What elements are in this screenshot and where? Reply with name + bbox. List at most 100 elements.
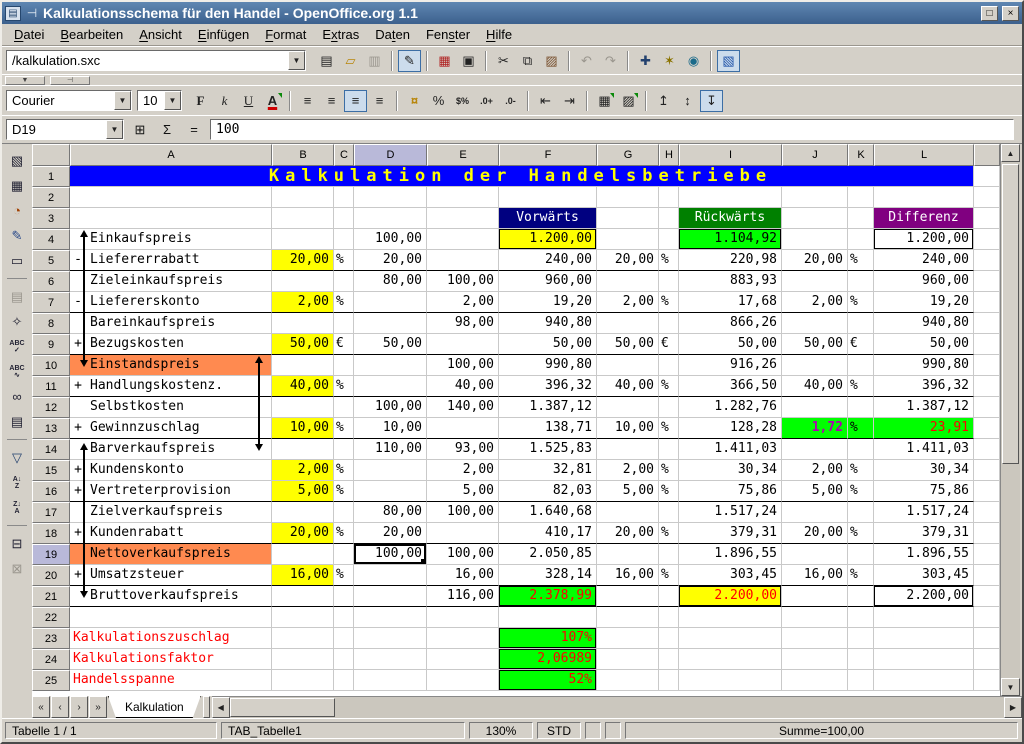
cell-L23[interactable]: [874, 628, 974, 649]
cell-F5[interactable]: 240,00: [499, 250, 597, 271]
column-header-D[interactable]: D: [354, 144, 427, 166]
cell-E22[interactable]: [427, 607, 499, 628]
cell-I8[interactable]: 866,26: [679, 313, 782, 334]
cell-G7[interactable]: 2,00: [597, 292, 659, 313]
cell-I18[interactable]: 379,31: [679, 523, 782, 544]
cell-C17[interactable]: [334, 502, 354, 523]
cell-C6[interactable]: [334, 271, 354, 292]
cell-L7[interactable]: 19,20: [874, 292, 974, 313]
cell-K8[interactable]: [848, 313, 874, 334]
cell-G25[interactable]: [597, 670, 659, 691]
cell-B2[interactable]: [272, 187, 334, 208]
cell-J23[interactable]: [782, 628, 848, 649]
cell-A14[interactable]: Barverkaufspreis: [70, 439, 272, 460]
cell-A13[interactable]: +Gewinnzuschlag: [70, 418, 272, 439]
cell-H12[interactable]: [659, 397, 679, 418]
cell-J11[interactable]: 40,00: [782, 376, 848, 397]
cell-L8[interactable]: 940,80: [874, 313, 974, 334]
cell-H8[interactable]: [659, 313, 679, 334]
cell-B20[interactable]: 16,00: [272, 565, 334, 586]
cell-L3[interactable]: Differenz: [874, 208, 974, 229]
vertical-scroll-thumb[interactable]: [1002, 164, 1019, 464]
cell-D20[interactable]: [354, 565, 427, 586]
export-pdf-icon[interactable]: ▦: [433, 50, 456, 72]
cell-E23[interactable]: [427, 628, 499, 649]
cell-F25[interactable]: 52%: [499, 670, 597, 691]
cell-G10[interactable]: [597, 355, 659, 376]
cell-C4[interactable]: [334, 229, 354, 250]
font-name-dropdown-icon[interactable]: ▼: [114, 91, 131, 110]
cell-F16[interactable]: 82,03: [499, 481, 597, 502]
cell-G3[interactable]: [597, 208, 659, 229]
cell-E5[interactable]: [427, 250, 499, 271]
cell-F11[interactable]: 396,32: [499, 376, 597, 397]
cell-L22[interactable]: [874, 607, 974, 628]
cell-K20[interactable]: %: [848, 565, 874, 586]
row-header-23[interactable]: 23: [32, 628, 70, 649]
cell-J21[interactable]: [782, 586, 848, 607]
cell-C16[interactable]: %: [334, 481, 354, 502]
cell-C14[interactable]: [334, 439, 354, 460]
cell-H7[interactable]: %: [659, 292, 679, 313]
cell-K2[interactable]: [848, 187, 874, 208]
cell-I2[interactable]: [679, 187, 782, 208]
cell-F3[interactable]: Vorwärts: [499, 208, 597, 229]
cell-partial-1[interactable]: [974, 166, 1000, 187]
dock-handle-icon[interactable]: ▼: [5, 76, 45, 85]
cell-E11[interactable]: 40,00: [427, 376, 499, 397]
cell-F14[interactable]: 1.525,83: [499, 439, 597, 460]
cell-G6[interactable]: [597, 271, 659, 292]
column-header-F[interactable]: F: [499, 144, 597, 166]
next-sheet-icon[interactable]: ›: [70, 696, 88, 718]
first-sheet-icon[interactable]: «: [32, 696, 50, 718]
cell-partial-15[interactable]: [974, 460, 1000, 481]
align-center-icon[interactable]: ≡: [320, 90, 343, 112]
cell-H24[interactable]: [659, 649, 679, 670]
cell-H23[interactable]: [659, 628, 679, 649]
cell-K12[interactable]: [848, 397, 874, 418]
cell-I14[interactable]: 1.411,03: [679, 439, 782, 460]
row-header-10[interactable]: 10: [32, 355, 70, 376]
menu-daten[interactable]: Daten: [367, 25, 418, 44]
autofilter-icon[interactable]: ▽: [5, 446, 29, 469]
cell-partial-12[interactable]: [974, 397, 1000, 418]
cell-partial-14[interactable]: [974, 439, 1000, 460]
cell-E9[interactable]: [427, 334, 499, 355]
cell-A3[interactable]: [70, 208, 272, 229]
cell-A12[interactable]: Selbstkosten: [70, 397, 272, 418]
cell-I22[interactable]: [679, 607, 782, 628]
cell-I23[interactable]: [679, 628, 782, 649]
cell-partial-2[interactable]: [974, 187, 1000, 208]
cell-L18[interactable]: 379,31: [874, 523, 974, 544]
cell-H10[interactable]: [659, 355, 679, 376]
align-justify-icon[interactable]: ≡: [368, 90, 391, 112]
cell-E3[interactable]: [427, 208, 499, 229]
cell-G20[interactable]: 16,00: [597, 565, 659, 586]
increase-indent-icon[interactable]: ⇥: [558, 90, 581, 112]
column-header-B[interactable]: B: [272, 144, 334, 166]
italic-icon[interactable]: k: [213, 90, 236, 112]
cell-D2[interactable]: [354, 187, 427, 208]
cell-H3[interactable]: [659, 208, 679, 229]
cell-C21[interactable]: [334, 586, 354, 607]
column-header-partial[interactable]: [974, 144, 1000, 166]
horizontal-scrollbar[interactable]: ◀ ▶: [212, 696, 1022, 718]
cell-B25[interactable]: [272, 670, 334, 691]
cell-J4[interactable]: [782, 229, 848, 250]
cell-D3[interactable]: [354, 208, 427, 229]
cell-B10[interactable]: [272, 355, 334, 376]
spellcheck-icon[interactable]: ABC ✓: [5, 335, 29, 358]
cell-H5[interactable]: %: [659, 250, 679, 271]
cell-J12[interactable]: [782, 397, 848, 418]
cell-C5[interactable]: %: [334, 250, 354, 271]
cell-D9[interactable]: 50,00: [354, 334, 427, 355]
cell-B4[interactable]: [272, 229, 334, 250]
sheet-tab-kalkulation[interactable]: Kalkulation: [108, 696, 201, 718]
cell-B13[interactable]: 10,00: [272, 418, 334, 439]
align-left-icon[interactable]: ≡: [296, 90, 319, 112]
cell-partial-13[interactable]: [974, 418, 1000, 439]
cell-partial-17[interactable]: [974, 502, 1000, 523]
cell-K22[interactable]: [848, 607, 874, 628]
cell-G22[interactable]: [597, 607, 659, 628]
cell-K5[interactable]: %: [848, 250, 874, 271]
